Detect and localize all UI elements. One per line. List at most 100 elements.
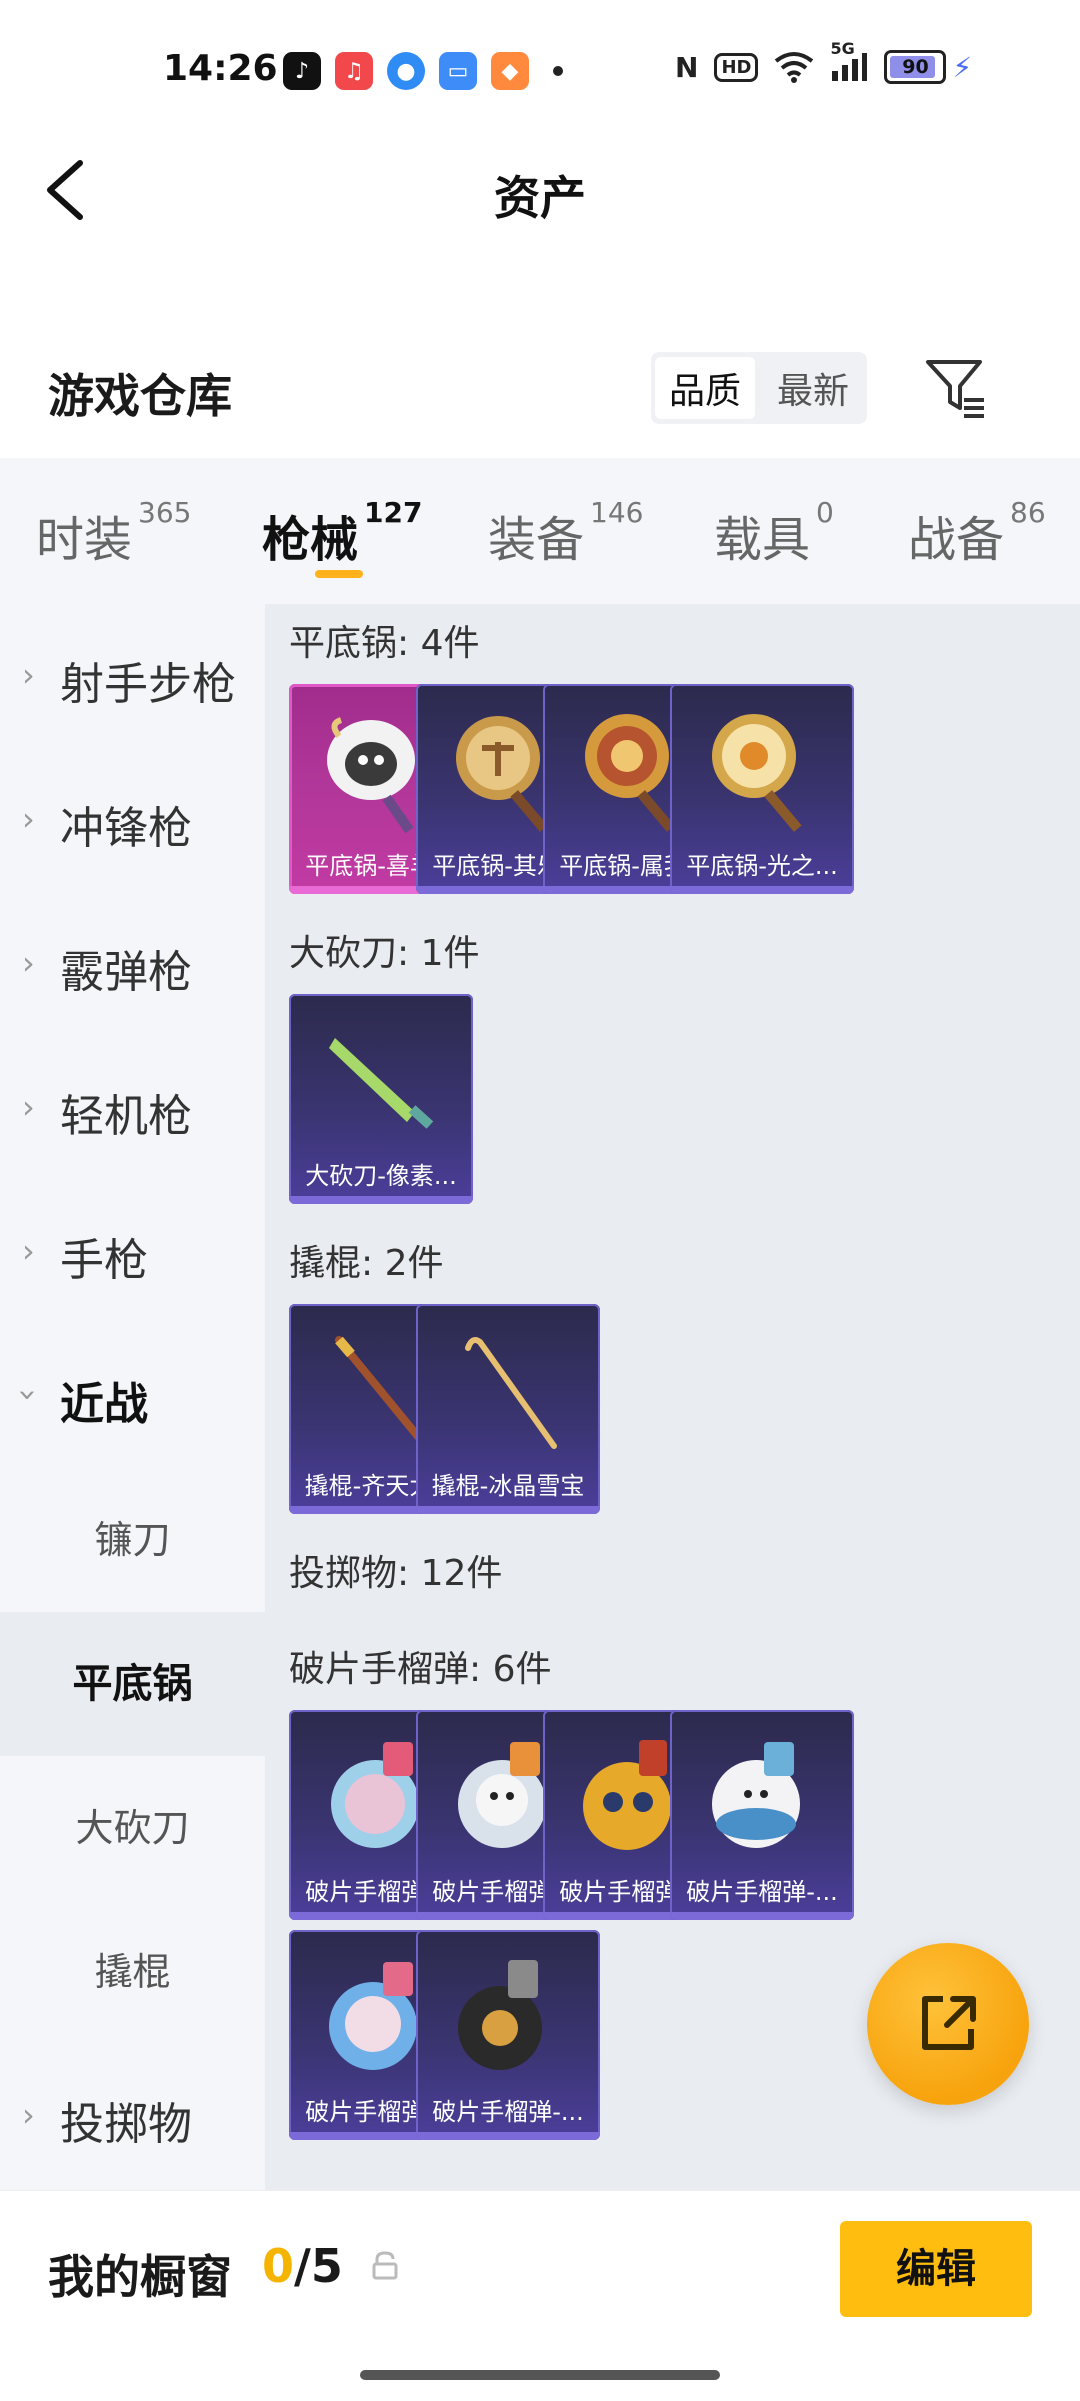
pan-icon [712,714,802,832]
charging-icon: ⚡ [952,50,973,84]
tab-supplies[interactable]: 战备 86 [908,496,1046,570]
sidebar-item-lmg[interactable]: › 轻机枪 [0,1036,265,1180]
battery-icon: 90 [884,50,947,84]
tab-label: 枪械 [262,512,359,568]
tab-label: 载具 [714,512,811,568]
grenade-icon [712,1742,800,1848]
section-title-crowbar: 撬棍: 2件 [289,1243,444,1284]
sidebar-item-marksman-rifle[interactable]: › 射手步枪 [0,604,265,748]
more-notifications-icon [553,66,563,76]
section-title-frag-grenade: 破片手榴弹: 6件 [289,1649,552,1690]
sidebar-sub-crowbar[interactable]: 撬棍 [0,1900,265,2044]
status-bar: 14:26 ♪ ♫ ● ▭ ◆ N HD 5G 90 ⚡ [0,0,1080,140]
sidebar-item-shotgun[interactable]: › 霰弹枪 [0,892,265,1036]
showcase-title: 我的橱窗 [48,2250,232,2304]
item-card[interactable]: 破片手榴弹-... [416,1930,600,2140]
hd-badge: HD [714,52,759,82]
sort-option-quality[interactable]: 品质 [655,357,755,419]
sidebar-sub-pan[interactable]: 平底锅 [0,1612,265,1756]
sidebar-item-throwables[interactable]: › 投掷物 [0,2044,265,2188]
sidebar-item-smg[interactable]: › 冲锋枪 [0,748,265,892]
filter-icon [926,360,984,418]
grenade-icon [458,1960,542,2070]
sidebar-item-pistol[interactable]: › 手枪 [0,1180,265,1324]
item-card[interactable]: 平底锅-光之... [670,684,854,894]
files-icon: ▭ [439,52,477,90]
tab-firearms[interactable]: 枪械 127 [262,496,422,570]
tab-label: 装备 [488,512,585,568]
tab-count: 0 [816,496,834,529]
edit-button[interactable]: 编辑 [840,2221,1032,2317]
tab-vehicles[interactable]: 载具 0 [714,496,834,570]
sidebar-item-label: 射手步枪 [60,659,236,710]
status-time: 14:26 [163,48,278,89]
item-name: 平底锅-光之... [686,852,838,880]
sidebar-sub-machete[interactable]: 大砍刀 [0,1756,265,1900]
tab-active-indicator [315,570,363,578]
battery-level: 90 [902,56,929,78]
tab-count: 365 [138,496,192,529]
tab-label: 战备 [908,512,1005,568]
status-indicators: N HD 5G 90 ⚡ [675,39,972,84]
sidebar-sub-sickle[interactable]: 镰刀 [0,1468,265,1612]
sidebar-item-label: 轻机枪 [60,1091,192,1142]
sidebar-item-label: 投掷物 [60,2099,192,2150]
chevron-right-icon: › [22,800,35,838]
chevron-right-icon: › [22,1232,35,1270]
tab-count: 86 [1010,496,1046,529]
tab-label: 时装 [36,512,133,568]
item-name: 撬棍-冰晶雪宝 [431,1472,585,1500]
item-name: 破片手榴弹-... [432,2098,584,2126]
filter-button[interactable] [922,352,992,422]
showcase-count: 0/5 [262,2239,343,2293]
rarity-bar [670,1912,854,1920]
home-indicator[interactable] [360,2370,720,2380]
chevron-right-icon: › [22,656,35,694]
game-icon: ◆ [491,52,529,90]
item-card[interactable]: 撬棍-冰晶雪宝 [416,1304,600,1514]
showcase-used-count: 0 [262,2239,295,2293]
rarity-bar [670,886,854,894]
rarity-bar [416,1506,600,1514]
network-type: 5G [830,39,855,58]
chat-icon: ● [387,52,425,90]
rarity-bar [289,1196,473,1204]
chevron-right-icon: › [22,2096,35,2134]
weapon-type-sidebar: › 射手步枪 › 冲锋枪 › 霰弹枪 › 轻机枪 › 手枪 › 近战 镰刀 平底… [0,604,265,2190]
sidebar-item-label: 霰弹枪 [60,947,192,998]
signal-icon: 5G [830,39,868,83]
sidebar-item-label: 近战 [60,1379,148,1430]
tab-fashion[interactable]: 时装 365 [36,496,191,570]
item-card[interactable]: 大砍刀-像素... [289,994,473,1204]
sidebar-item-melee[interactable]: › 近战 [0,1324,265,1468]
chevron-down-icon: › [9,1388,48,1402]
showcase-total: /5 [294,2239,343,2293]
nfc-icon: N [675,50,699,84]
category-tabs: 时装 365 枪械 127 装备 146 载具 0 战备 86 [0,458,1080,604]
item-card[interactable]: 破片手榴弹-... [670,1710,854,1920]
sidebar-item-label: 手枪 [60,1235,148,1286]
chevron-right-icon: › [22,944,35,982]
lock-icon [372,2251,398,2280]
crowbar-icon [465,1337,557,1449]
share-button[interactable] [867,1943,1029,2105]
section-title-pan: 平底锅: 4件 [289,623,480,664]
music-icon: ♫ [335,52,373,90]
item-name: 大砍刀-像素... [305,1162,457,1190]
tab-count: 127 [364,496,423,529]
warehouse-title: 游戏仓库 [48,369,232,423]
page-title: 资产 [494,171,586,225]
sort-toggle: 品质 最新 [651,352,867,424]
section-title-machete: 大砍刀: 1件 [289,933,480,974]
sort-option-newest[interactable]: 最新 [763,357,863,419]
tab-count: 146 [590,496,644,529]
wifi-icon [775,52,814,83]
section-title-throwables: 投掷物: 12件 [289,1553,503,1594]
item-name: 破片手榴弹-... [686,1878,838,1906]
tiktok-icon: ♪ [283,52,321,90]
share-icon [922,1996,976,2050]
status-app-icons: ♪ ♫ ● ▭ ◆ [283,52,563,90]
tab-equipment[interactable]: 装备 146 [488,496,643,570]
rarity-bar [416,2132,600,2140]
battery-indicator: 90 ⚡ [884,50,972,84]
